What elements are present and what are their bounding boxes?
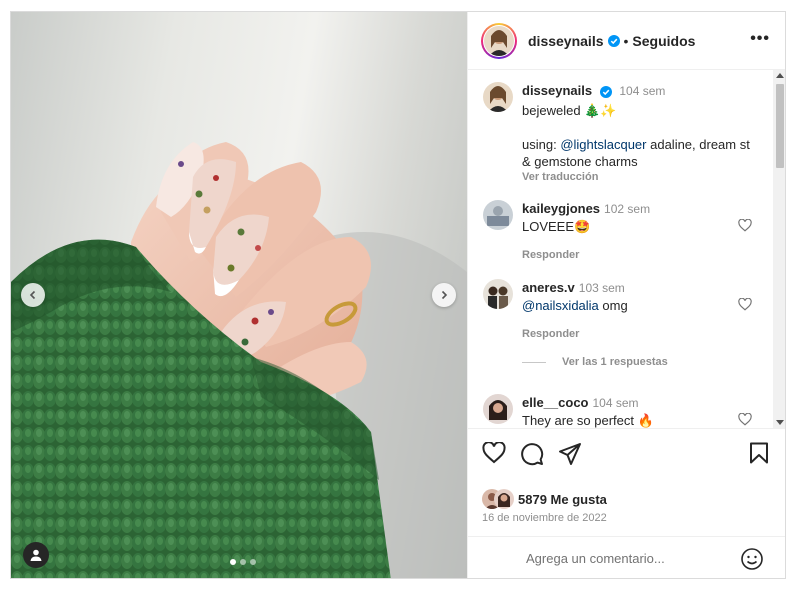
scroll-thumb[interactable] bbox=[776, 84, 784, 168]
author-username[interactable]: disseynails bbox=[528, 33, 604, 49]
comment-username[interactable]: elle__coco bbox=[522, 395, 589, 410]
verified-badge-icon bbox=[607, 34, 620, 47]
verified-badge-icon bbox=[599, 85, 612, 98]
comment-text: LOVEEE🤩 bbox=[522, 219, 591, 234]
comment-text: @nailsxidalia omg bbox=[522, 297, 758, 314]
share-icon[interactable] bbox=[558, 442, 582, 466]
more-options-icon[interactable]: ••• bbox=[750, 30, 770, 48]
view-replies-label: Ver las 1 respuestas bbox=[562, 356, 668, 368]
translate-link[interactable]: Ver traducción bbox=[522, 169, 758, 186]
next-image-button[interactable] bbox=[432, 283, 456, 307]
caption-line-2: using: @lightslacquer adaline, dream st bbox=[522, 136, 758, 153]
post-side-panel: disseynails • Seguidos ••• disseynails 1… bbox=[467, 12, 785, 578]
save-icon[interactable] bbox=[749, 442, 769, 464]
scroll-down-arrow[interactable] bbox=[776, 420, 784, 425]
comment-username[interactable]: kaileygjones bbox=[522, 201, 600, 216]
post-header: disseynails • Seguidos ••• bbox=[468, 12, 785, 70]
comment-like-icon[interactable] bbox=[738, 219, 752, 232]
chevron-left-icon bbox=[29, 290, 36, 300]
nails-photo bbox=[11, 142, 467, 578]
replies-divider bbox=[522, 361, 546, 363]
commenter-avatar[interactable] bbox=[483, 394, 513, 424]
caption-username[interactable]: disseynails bbox=[522, 83, 592, 98]
caption-time: 104 sem bbox=[619, 84, 666, 98]
reply-button[interactable]: Responder bbox=[522, 326, 758, 343]
post-date: 16 de noviembre de 2022 bbox=[482, 512, 607, 524]
liker-avatar bbox=[494, 489, 514, 509]
carousel-indicator bbox=[230, 559, 256, 565]
following-button[interactable]: Seguidos bbox=[632, 33, 695, 49]
chevron-right-icon bbox=[441, 290, 448, 300]
post-card: disseynails • Seguidos ••• disseynails 1… bbox=[10, 11, 786, 579]
commenter-avatar[interactable] bbox=[483, 200, 513, 230]
comment-like-icon[interactable] bbox=[738, 298, 752, 311]
liker-avatars bbox=[482, 489, 516, 509]
previous-image-button[interactable] bbox=[21, 283, 45, 307]
caption-mention-link[interactable]: @lightslacquer bbox=[560, 137, 646, 152]
author-avatar[interactable] bbox=[481, 22, 517, 59]
comment-mention-link[interactable]: @nailsxidalia bbox=[522, 298, 599, 313]
carousel-dot-3 bbox=[250, 559, 256, 565]
add-comment-bar: Agrega un comentario... bbox=[468, 536, 785, 578]
header-separator: • bbox=[623, 32, 629, 49]
tagged-users-button[interactable] bbox=[23, 542, 49, 568]
carousel-dot-2 bbox=[240, 559, 246, 565]
reply-button[interactable]: Responder bbox=[522, 247, 758, 264]
comment-like-icon[interactable] bbox=[738, 413, 752, 426]
emoji-icon[interactable] bbox=[740, 547, 764, 571]
post-media[interactable] bbox=[11, 12, 467, 578]
likes-row[interactable]: 5879 Me gusta bbox=[482, 489, 607, 509]
comment-time: 102 sem bbox=[604, 202, 651, 216]
view-replies-button[interactable]: Ver las 1 respuestas bbox=[522, 356, 668, 368]
caption-avatar[interactable] bbox=[483, 82, 513, 112]
comment-input[interactable]: Agrega un comentario... bbox=[526, 551, 665, 566]
caption-line-1: bejeweled 🎄✨ bbox=[522, 103, 617, 118]
heart-icon[interactable] bbox=[482, 442, 506, 464]
comments-list[interactable]: disseynails 104 sem bejeweled 🎄✨ using: … bbox=[468, 70, 785, 428]
carousel-dot-1 bbox=[230, 559, 236, 565]
comment-time: 104 sem bbox=[592, 396, 639, 410]
comment-username[interactable]: aneres.v bbox=[522, 280, 575, 295]
author-avatar-image bbox=[484, 25, 514, 56]
comment-text: They are so perfect 🔥 bbox=[522, 413, 654, 428]
likes-count[interactable]: 5879 Me gusta bbox=[518, 492, 607, 507]
action-bar: 5879 Me gusta 16 de noviembre de 2022 bbox=[468, 428, 785, 536]
caption-line-2-rest: adaline, dream st bbox=[646, 137, 750, 152]
comment-icon[interactable] bbox=[520, 442, 544, 466]
caption-line-3: & gemstone charms bbox=[522, 154, 638, 169]
comments-scrollbar[interactable] bbox=[773, 70, 785, 428]
comment-time: 103 sem bbox=[578, 281, 625, 295]
commenter-avatar[interactable] bbox=[483, 279, 513, 309]
scroll-up-arrow[interactable] bbox=[776, 73, 784, 78]
comment-text-rest: omg bbox=[598, 298, 628, 313]
tagged-user-icon bbox=[30, 549, 42, 561]
caption-line-2-prefix: using: bbox=[522, 137, 561, 152]
